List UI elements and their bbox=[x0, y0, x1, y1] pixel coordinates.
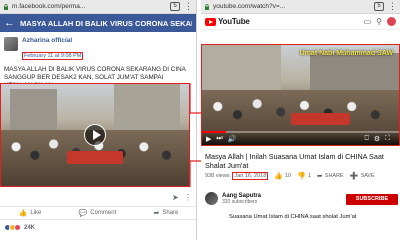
lock-icon bbox=[3, 3, 9, 10]
comment-button[interactable]: 💬 Comment bbox=[79, 209, 117, 217]
love-reaction-icon bbox=[14, 224, 21, 231]
share-button[interactable]: ➦ Share bbox=[153, 209, 178, 217]
video-frame bbox=[202, 45, 399, 145]
author-name[interactable]: Azharina official bbox=[22, 37, 83, 44]
captions-icon[interactable]: ⎕ bbox=[365, 135, 369, 143]
save-label: SAVE bbox=[360, 173, 375, 179]
share-arrow-icon: ➦ bbox=[153, 210, 160, 217]
save-button[interactable]: ➕ SAVE bbox=[350, 172, 375, 180]
youtube-pane: youtube.com/watch?v=... 5 ⋮ YouTube ▭ ⚲ … bbox=[201, 0, 400, 240]
settings-icon[interactable]: ⚙ bbox=[374, 135, 380, 143]
like-button[interactable]: 👍 Like bbox=[19, 209, 42, 217]
player-controls: ▶ ⏭ 🔊 ⎕ ⚙ ⛶ bbox=[202, 132, 399, 145]
cast-icon[interactable]: ▭ bbox=[364, 17, 372, 26]
like-button[interactable]: 👍 10 bbox=[274, 172, 291, 180]
post-actions: 👍 Like 💬 Comment ➦ Share bbox=[0, 206, 196, 220]
lock-icon bbox=[204, 3, 210, 10]
video-overlay-text: Umat Nabi Muhammad SAW bbox=[299, 50, 393, 57]
video-title: Masya Allah | Inilah Suasana Umat Islam … bbox=[205, 152, 384, 170]
share-icon: ➦ bbox=[316, 173, 323, 180]
share-label: Share bbox=[162, 210, 179, 216]
browser-chrome: youtube.com/watch?v=... 5 ⋮ bbox=[201, 0, 400, 14]
share-label: SHARE bbox=[324, 173, 344, 179]
dislike-count: 1 bbox=[307, 173, 311, 179]
subscriber-count: 320 subscribers bbox=[222, 198, 258, 205]
thumbs-up-icon: 👍 bbox=[274, 173, 283, 180]
tab-count-button[interactable]: 5 bbox=[374, 2, 384, 11]
address-bar[interactable]: youtube.com/watch?v=... bbox=[213, 3, 370, 10]
comment-label: Comment bbox=[90, 210, 117, 216]
youtube-play-icon bbox=[205, 17, 216, 26]
tab-count-button[interactable]: 5 bbox=[170, 2, 180, 11]
thumbs-up-icon: 👍 bbox=[18, 210, 28, 217]
like-label: Like bbox=[30, 210, 42, 216]
post-header: Azharina official February 11 at 9:08 PM bbox=[0, 32, 196, 64]
play-button[interactable] bbox=[84, 124, 106, 146]
browser-chrome: m.facebook.com/perma... 5 ⋮ bbox=[0, 0, 196, 14]
address-bar[interactable]: m.facebook.com/perma... bbox=[12, 3, 166, 10]
facebook-video[interactable] bbox=[0, 83, 190, 187]
view-count: 938 views bbox=[205, 173, 230, 179]
back-arrow-icon[interactable]: ← bbox=[4, 14, 15, 32]
channel-avatar[interactable] bbox=[205, 192, 218, 205]
logo-text: YouTube bbox=[218, 17, 250, 26]
video-meta: 938 views Jan 16, 2018 👍 10 👎 1 ➦ SHARE … bbox=[205, 172, 400, 180]
dislike-button[interactable]: 👎 1 bbox=[297, 172, 311, 180]
page-title: MASYA ALLAH DI BALIK VIRUS CORONA SEKARA… bbox=[20, 18, 192, 28]
volume-icon[interactable]: 🔊 bbox=[228, 135, 237, 143]
next-icon[interactable]: ⏭ bbox=[216, 135, 222, 143]
account-avatar[interactable] bbox=[387, 17, 396, 26]
share-icon[interactable]: ➤ bbox=[172, 193, 179, 202]
channel-info: Aang Saputra 320 subscribers bbox=[205, 192, 261, 205]
thumbs-down-icon: 👎 bbox=[297, 173, 306, 180]
reactions-summary[interactable]: 24K bbox=[4, 224, 35, 231]
youtube-logo[interactable]: YouTube bbox=[205, 17, 250, 26]
search-icon[interactable]: ⚲ bbox=[376, 17, 382, 26]
avatar[interactable] bbox=[4, 37, 18, 51]
reactions-count: 24K bbox=[24, 224, 36, 231]
like-count: 10 bbox=[285, 173, 292, 179]
upload-date: Jan 16, 2018 bbox=[232, 172, 269, 180]
menu-icon[interactable]: ⋮ bbox=[388, 2, 397, 11]
fullscreen-icon[interactable]: ⛶ bbox=[385, 135, 390, 143]
video-thumbnail bbox=[1, 84, 189, 186]
share-button[interactable]: ➦ SHARE bbox=[317, 172, 344, 180]
facebook-pane: m.facebook.com/perma... 5 ⋮ ← MASYA ALLA… bbox=[0, 0, 197, 240]
post-timestamp[interactable]: February 11 at 9:08 PM bbox=[22, 52, 84, 60]
add-to-playlist-icon: ➕ bbox=[349, 173, 359, 180]
subscribe-button[interactable]: SUBSCRIBE bbox=[346, 194, 398, 205]
youtube-header: YouTube ▭ ⚲ bbox=[201, 14, 400, 30]
video-description: Suasana Umat Islam di CHINA saat sholat … bbox=[229, 214, 357, 220]
youtube-video-player[interactable]: Umat Nabi Muhammad SAW ▶ ⏭ 🔊 ⎕ ⚙ ⛶ bbox=[201, 44, 400, 146]
menu-icon[interactable]: ⋮ bbox=[184, 2, 193, 11]
comment-icon: 💬 bbox=[78, 210, 88, 217]
channel-name[interactable]: Aang Saputra bbox=[222, 193, 261, 199]
facebook-header: ← MASYA ALLAH DI BALIK VIRUS CORONA SEKA… bbox=[0, 14, 196, 32]
more-icon[interactable]: ⋮ bbox=[184, 193, 192, 202]
play-icon[interactable]: ▶ bbox=[206, 135, 211, 143]
